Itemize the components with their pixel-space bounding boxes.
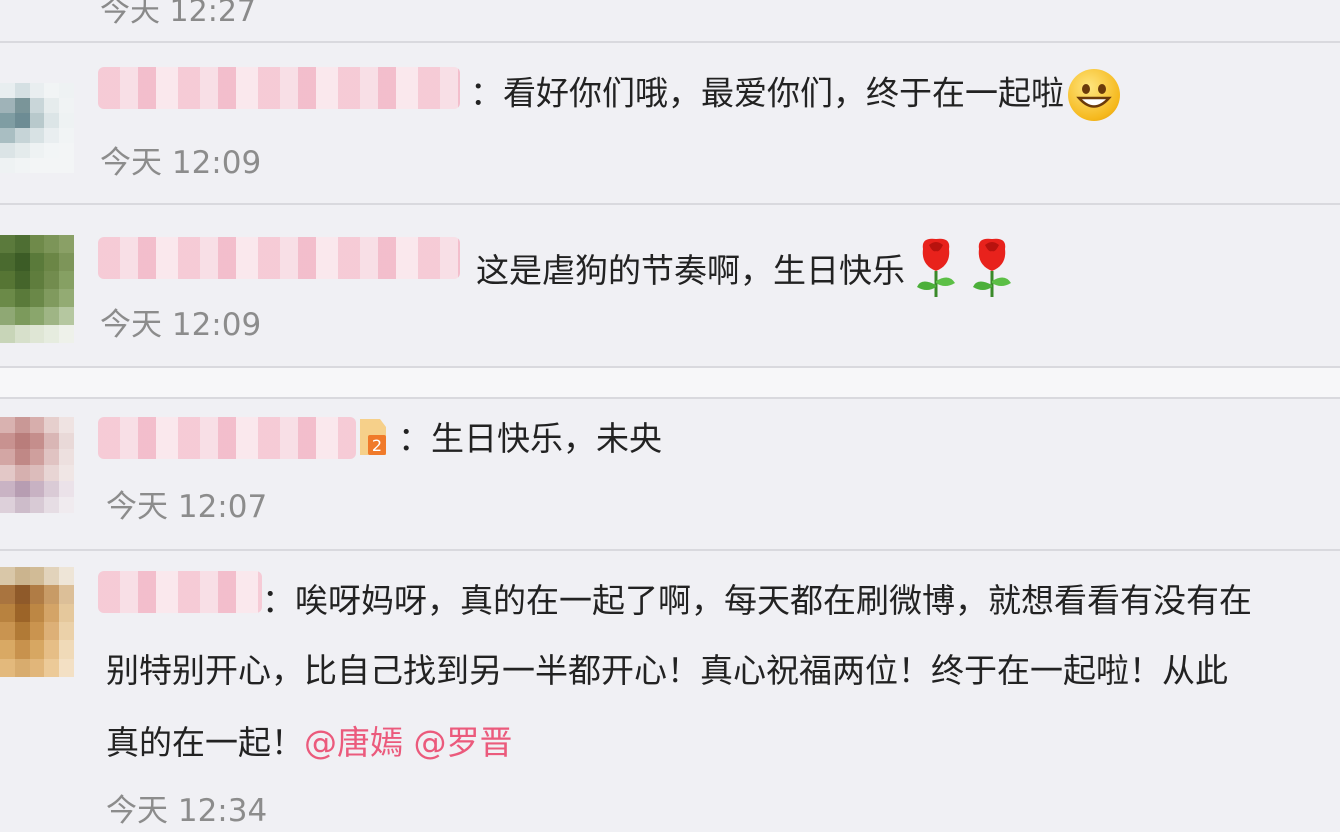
avatar[interactable] [0, 235, 74, 343]
comment-text: ：生日快乐，未央 [398, 419, 662, 458]
previous-comment-time: 今天 12:27 [100, 0, 256, 29]
comment-time: 今天 12:09 [100, 307, 262, 343]
svg-text:2: 2 [372, 436, 382, 455]
avatar[interactable] [0, 567, 74, 677]
rose-emoji-icon [911, 235, 961, 310]
comment-time: 今天 12:07 [106, 489, 268, 525]
mention-link[interactable]: @唐嫣 [304, 723, 403, 762]
comment-feed: 今天 12:27 ：看好你们哦，最爱你们，终于在一起啦 今天 12:09 这是虐… [0, 0, 1340, 832]
comment-text-line-2: 别特别开心，比自己找到另一半都开心！真心祝福两位！终于在一起啦！从此 [106, 651, 1228, 690]
username-blurred[interactable] [98, 67, 460, 109]
mention-link[interactable]: @罗晋 [414, 723, 513, 762]
comment-text-line-3: 真的在一起！@唐嫣 @罗晋 [106, 723, 513, 762]
comment-text: ：看好你们哦，最爱你们，终于在一起啦 [470, 69, 1120, 121]
section-gap [0, 368, 1340, 398]
comment-item: 2 ：生日快乐，未央 今天 12:07 [0, 399, 1340, 549]
comment-time: 今天 12:09 [100, 145, 262, 181]
comment-time: 今天 12:34 [106, 793, 268, 829]
avatar[interactable] [0, 83, 74, 173]
comment-item: 这是虐狗的节奏啊，生日快乐 今天 12:09 [0, 205, 1340, 367]
smile-emoji-icon [1068, 69, 1120, 121]
level-badge-icon: 2 [360, 419, 386, 455]
avatar[interactable] [0, 417, 74, 513]
username-blurred[interactable] [98, 417, 356, 459]
username-blurred[interactable] [98, 237, 460, 279]
comment-text-line-1: ：唉呀妈呀，真的在一起了啊，每天都在刷微博，就想看看有没有在 [262, 581, 1252, 620]
username-blurred[interactable] [98, 571, 262, 613]
rose-emoji-icon [967, 235, 1017, 310]
comment-item: ：看好你们哦，最爱你们，终于在一起啦 今天 12:09 [0, 43, 1340, 203]
comment-item: ：唉呀妈呀，真的在一起了啊，每天都在刷微博，就想看看有没有在 别特别开心，比自己… [0, 551, 1340, 832]
comment-text: 这是虐狗的节奏啊，生日快乐 [476, 235, 1017, 310]
